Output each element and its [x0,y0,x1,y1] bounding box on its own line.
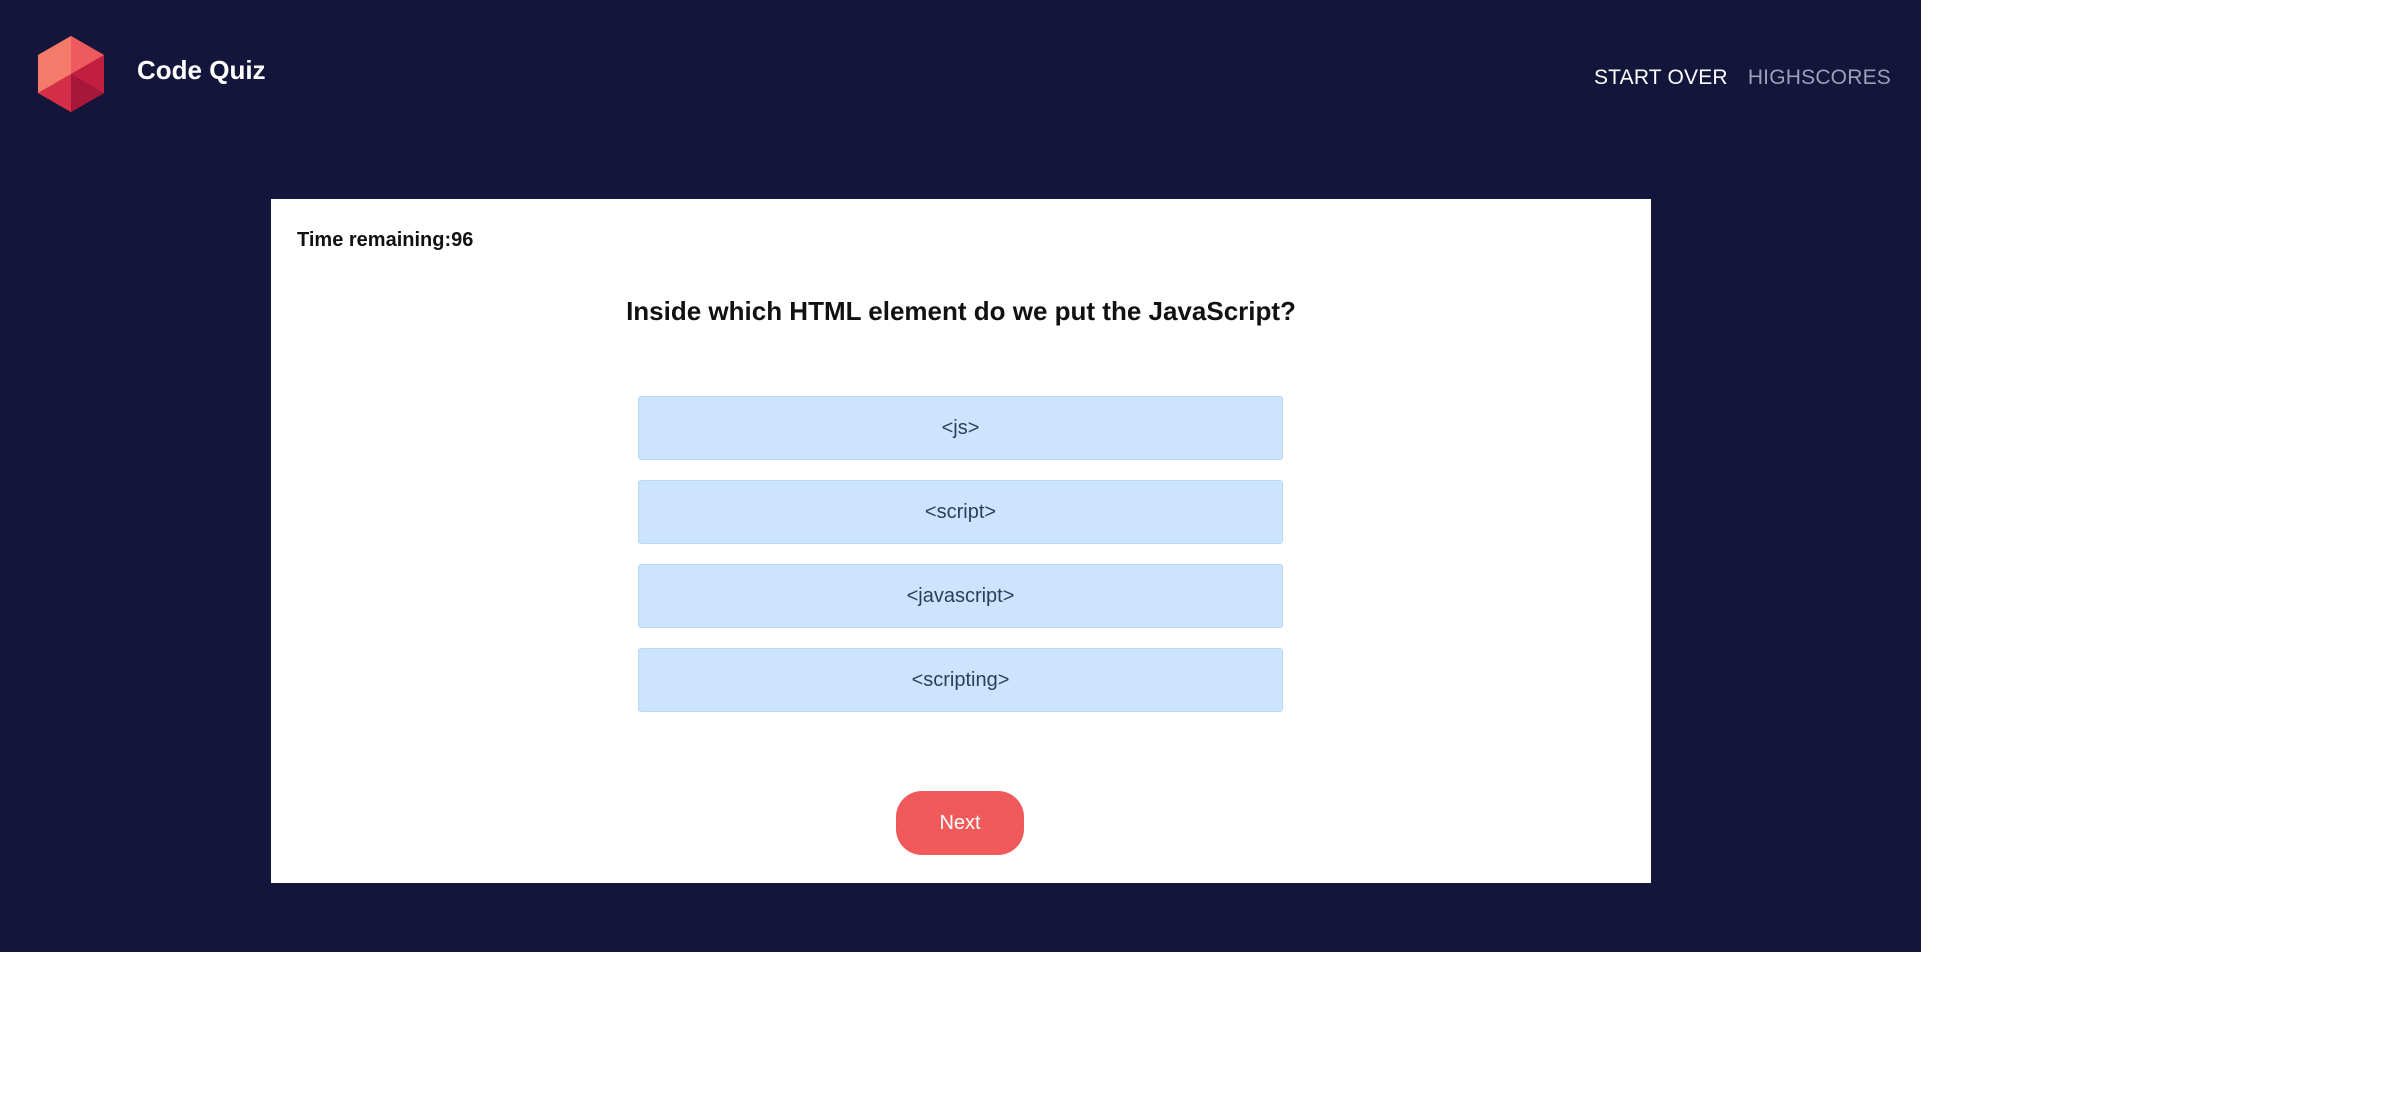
answer-choice-scripting[interactable]: <scripting> [638,648,1283,712]
question-text: Inside which HTML element do we put the … [626,296,1296,326]
answer-choice-javascript[interactable]: <javascript> [638,564,1283,628]
red-gem-icon [38,36,104,112]
nav-links: START OVER HIGHSCORES [1594,66,1891,90]
nav-start-over-link[interactable]: START OVER [1594,66,1728,90]
answer-choice-js[interactable]: <js> [638,396,1283,460]
app-window: Code Quiz START OVER HIGHSCORES Time rem… [0,0,1921,952]
answer-choices: <js> <script> <javascript> <scripting> [638,396,1283,732]
app-title: Code Quiz [137,54,266,85]
brand[interactable]: Code Quiz [38,36,266,112]
quiz-card: Time remaining:96 Inside which HTML elem… [271,199,1651,883]
navbar: Code Quiz START OVER HIGHSCORES [0,0,1921,150]
answer-choice-script[interactable]: <script> [638,480,1283,544]
next-button[interactable]: Next [896,791,1024,855]
nav-highscores-link[interactable]: HIGHSCORES [1748,66,1891,90]
time-remaining: Time remaining:96 [297,229,474,251]
